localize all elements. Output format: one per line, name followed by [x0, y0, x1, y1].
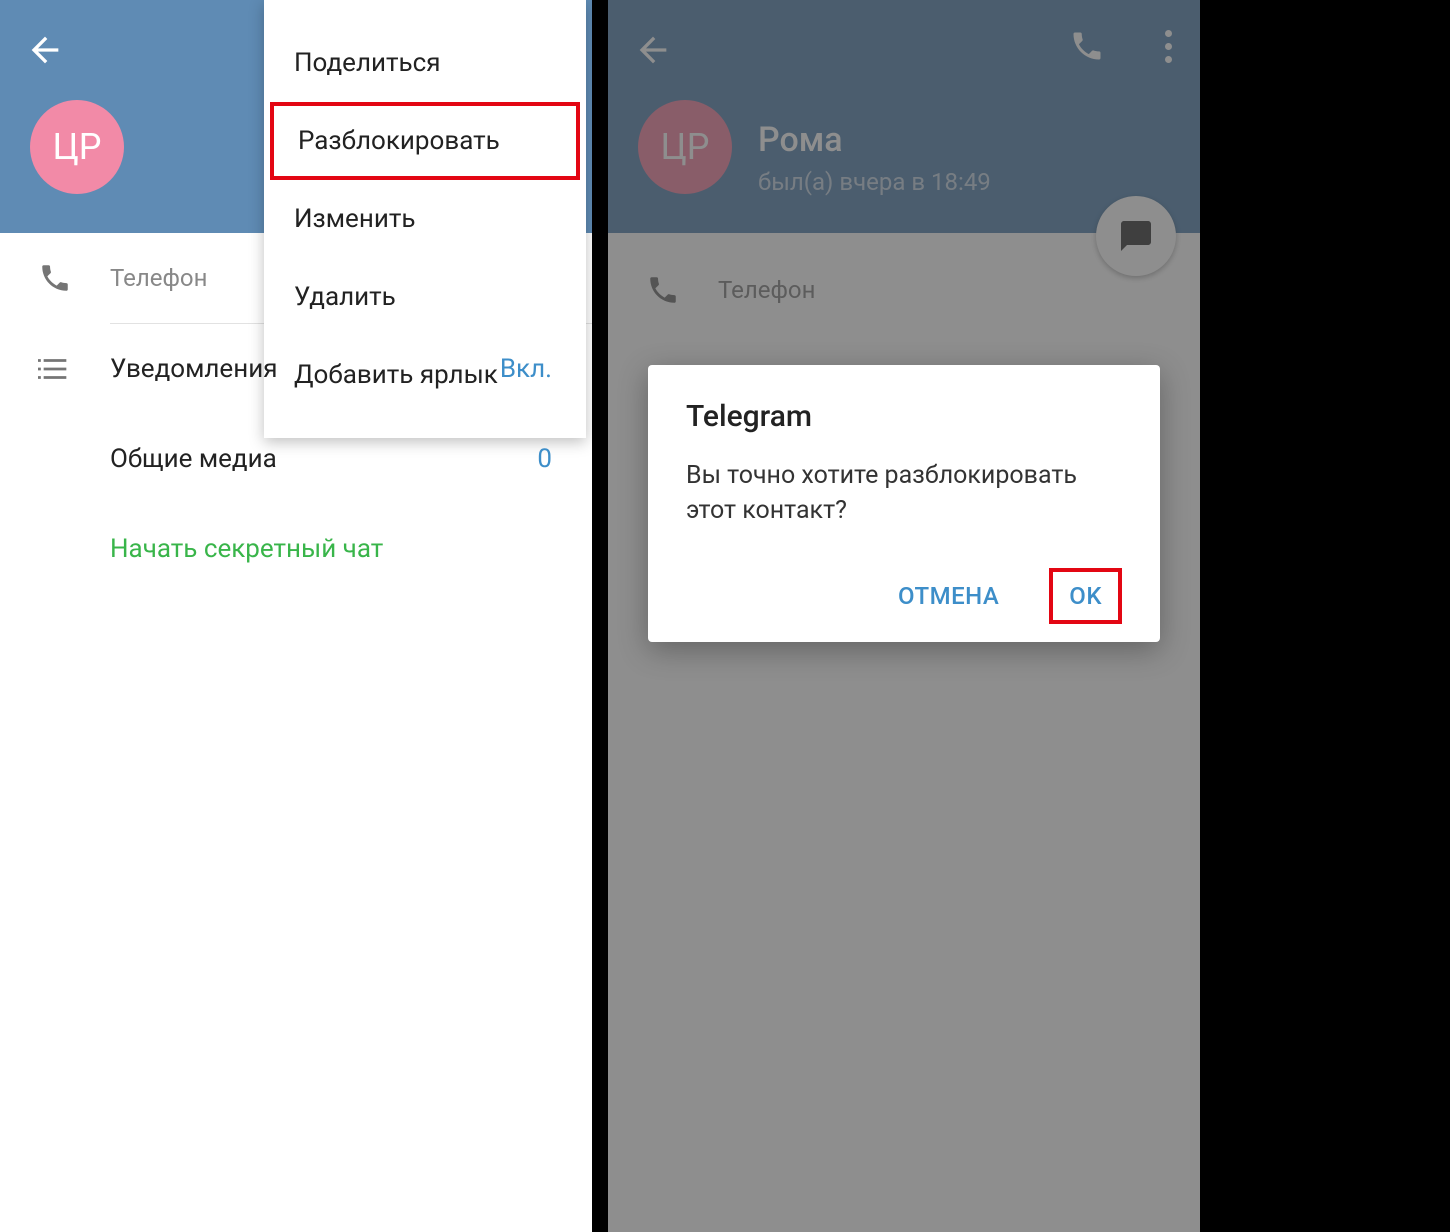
- notifications-label: Уведомления: [110, 354, 278, 384]
- notifications-value: Вкл.: [500, 354, 552, 384]
- avatar-initials: ЦР: [52, 126, 101, 168]
- start-secret-chat[interactable]: Начать секретный чат: [0, 504, 592, 594]
- avatar[interactable]: ЦР: [30, 100, 124, 194]
- back-button[interactable]: [25, 30, 65, 70]
- phone-label: Телефон: [110, 264, 207, 292]
- pane-divider: [592, 0, 600, 1232]
- ok-button[interactable]: OK: [1049, 568, 1122, 624]
- confirm-dialog: Telegram Вы точно хотите разблокировать …: [648, 365, 1160, 642]
- cancel-button[interactable]: ОТМЕНА: [878, 568, 1019, 624]
- dialog-message: Вы точно хотите разблокировать этот конт…: [686, 458, 1122, 528]
- profile-content: Телефон Уведомления Вкл. Общие медиа 0 Н…: [0, 233, 592, 594]
- profile-pane-left: ЦР Поделиться Разблокировать Изменить Уд…: [0, 0, 592, 1232]
- profile-pane-right: ЦР Рома был(а) вчера в 18:49 Телефон Tel…: [608, 0, 1200, 1232]
- shared-media-row[interactable]: Общие медиа 0: [0, 414, 592, 504]
- phone-row[interactable]: Телефон: [0, 233, 592, 323]
- dialog-title: Telegram: [686, 399, 1122, 434]
- menu-item-share[interactable]: Поделиться: [264, 24, 586, 102]
- list-icon: [38, 356, 72, 382]
- notifications-row[interactable]: Уведомления Вкл.: [0, 324, 592, 414]
- dialog-actions: ОТМЕНА OK: [686, 568, 1122, 624]
- arrow-left-icon: [25, 30, 65, 70]
- phone-icon: [38, 261, 72, 295]
- menu-item-unblock[interactable]: Разблокировать: [270, 102, 580, 180]
- shared-media-value: 0: [537, 444, 552, 474]
- shared-media-label: Общие медиа: [110, 444, 277, 474]
